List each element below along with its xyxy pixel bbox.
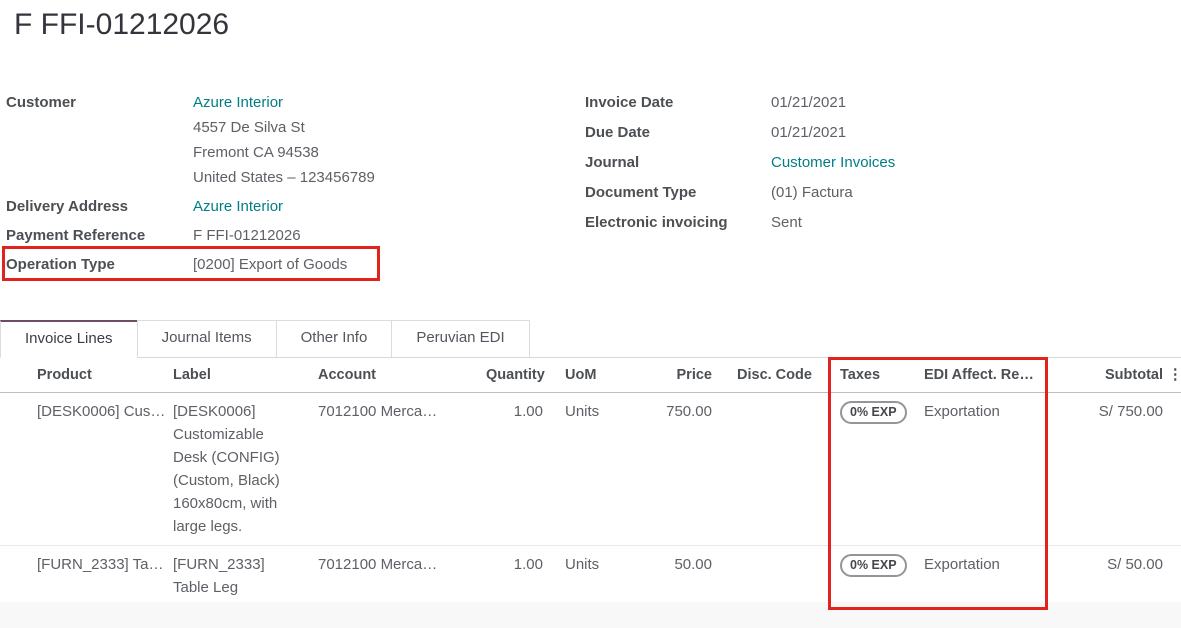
col-header-edi-affect[interactable]: EDI Affect. Re… bbox=[923, 358, 1048, 393]
col-header-uom[interactable]: UoM bbox=[548, 358, 618, 393]
customer-street: 4557 De Silva St bbox=[193, 115, 375, 140]
customer-value: Azure Interior 4557 De Silva St Fremont … bbox=[193, 90, 375, 190]
col-header-account[interactable]: Account bbox=[315, 358, 483, 393]
table-header-row: Product Label Account Quantity UoM Price… bbox=[0, 358, 1181, 393]
cell-account: 7012100 Merca… bbox=[315, 546, 483, 607]
field-operation-type: Operation Type [0200] Export of Goods bbox=[6, 252, 571, 277]
cell-subtotal: S/ 750.00 bbox=[1048, 393, 1168, 546]
electronic-invoicing-value: Sent bbox=[771, 210, 802, 235]
cell-options-spacer bbox=[1168, 393, 1181, 546]
field-document-type: Document Type (01) Factura bbox=[585, 180, 1145, 205]
invoice-lines-table: Product Label Account Quantity UoM Price… bbox=[0, 358, 1181, 606]
tax-badge: 0% EXP bbox=[840, 401, 907, 424]
cell-product: [DESK0006] Cus… bbox=[0, 393, 170, 546]
cell-edi-affect: Exportation bbox=[923, 546, 1048, 607]
document-type-label: Document Type bbox=[585, 180, 771, 205]
cell-quantity: 1.00 bbox=[483, 393, 548, 546]
notebook-tabs: Invoice Lines Journal Items Other Info P… bbox=[0, 320, 529, 358]
field-journal: Journal Customer Invoices bbox=[585, 150, 1145, 175]
label-text: [DESK0006] Customizable Desk (CONFIG) (C… bbox=[173, 400, 285, 538]
page-title: F FFI-01212026 bbox=[14, 8, 229, 42]
due-date-label: Due Date bbox=[585, 120, 771, 145]
field-group-right: Invoice Date 01/21/2021 Due Date 01/21/2… bbox=[585, 90, 1145, 235]
due-date-value: 01/21/2021 bbox=[771, 120, 846, 145]
col-header-price[interactable]: Price bbox=[618, 358, 718, 393]
cell-quantity: 1.00 bbox=[483, 546, 548, 607]
payment-reference-label: Payment Reference bbox=[6, 223, 193, 248]
col-header-disc-code[interactable]: Disc. Code bbox=[718, 358, 818, 393]
field-payment-reference: Payment Reference F FFI-01212026 bbox=[6, 223, 571, 248]
field-invoice-date: Invoice Date 01/21/2021 bbox=[585, 90, 1145, 115]
col-header-subtotal[interactable]: Subtotal bbox=[1048, 358, 1168, 393]
invoice-form-page: F FFI-01212026 Customer Azure Interior 4… bbox=[0, 0, 1181, 628]
cell-price: 750.00 bbox=[618, 393, 718, 546]
cell-subtotal: S/ 50.00 bbox=[1048, 546, 1168, 607]
field-delivery-address: Delivery Address Azure Interior bbox=[6, 194, 571, 219]
tab-peruvian-edi[interactable]: Peruvian EDI bbox=[391, 320, 529, 358]
optional-columns-icon[interactable]: ⋮ bbox=[1168, 358, 1181, 393]
customer-link[interactable]: Azure Interior bbox=[193, 90, 375, 115]
label-text: [FURN_2333] Table Leg bbox=[173, 553, 285, 599]
cell-label: [DESK0006] Customizable Desk (CONFIG) (C… bbox=[170, 393, 315, 546]
field-group-left: Customer Azure Interior 4557 De Silva St… bbox=[6, 90, 571, 277]
field-electronic-invoicing: Electronic invoicing Sent bbox=[585, 210, 1145, 235]
tab-invoice-lines[interactable]: Invoice Lines bbox=[0, 320, 138, 358]
tab-other-info[interactable]: Other Info bbox=[276, 320, 393, 358]
col-header-product[interactable]: Product bbox=[0, 358, 170, 393]
cell-price: 50.00 bbox=[618, 546, 718, 607]
journal-label: Journal bbox=[585, 150, 771, 175]
delivery-address-label: Delivery Address bbox=[6, 194, 193, 219]
operation-type-label: Operation Type bbox=[6, 252, 193, 277]
cell-label: [FURN_2333] Table Leg bbox=[170, 546, 315, 607]
col-header-quantity[interactable]: Quantity bbox=[483, 358, 548, 393]
field-customer: Customer Azure Interior 4557 De Silva St… bbox=[6, 90, 571, 190]
tab-journal-items[interactable]: Journal Items bbox=[137, 320, 277, 358]
customer-label: Customer bbox=[6, 90, 193, 190]
journal-link[interactable]: Customer Invoices bbox=[771, 150, 895, 175]
payment-reference-value: F FFI-01212026 bbox=[193, 223, 301, 248]
cell-account: 7012100 Merca… bbox=[315, 393, 483, 546]
document-type-value: (01) Factura bbox=[771, 180, 853, 205]
invoice-date-label: Invoice Date bbox=[585, 90, 771, 115]
col-header-taxes[interactable]: Taxes bbox=[818, 358, 923, 393]
customer-city: Fremont CA 94538 bbox=[193, 140, 375, 165]
col-header-label[interactable]: Label bbox=[170, 358, 315, 393]
cell-taxes: 0% EXP bbox=[818, 546, 923, 607]
cell-disc-code bbox=[718, 546, 818, 607]
electronic-invoicing-label: Electronic invoicing bbox=[585, 210, 771, 235]
cell-options-spacer bbox=[1168, 546, 1181, 607]
cell-product: [FURN_2333] Ta… bbox=[0, 546, 170, 607]
operation-type-value: [0200] Export of Goods bbox=[193, 252, 347, 277]
invoice-line-row[interactable]: [DESK0006] Cus… [DESK0006] Customizable … bbox=[0, 393, 1181, 546]
cell-uom: Units bbox=[548, 393, 618, 546]
cell-uom: Units bbox=[548, 546, 618, 607]
customer-country: United States – 123456789 bbox=[193, 165, 375, 190]
cell-taxes: 0% EXP bbox=[818, 393, 923, 546]
tax-badge: 0% EXP bbox=[840, 554, 907, 577]
invoice-line-row[interactable]: [FURN_2333] Ta… [FURN_2333] Table Leg 70… bbox=[0, 546, 1181, 607]
field-due-date: Due Date 01/21/2021 bbox=[585, 120, 1145, 145]
cell-disc-code bbox=[718, 393, 818, 546]
delivery-address-link[interactable]: Azure Interior bbox=[193, 194, 283, 219]
cell-edi-affect: Exportation bbox=[923, 393, 1048, 546]
invoice-date-value: 01/21/2021 bbox=[771, 90, 846, 115]
